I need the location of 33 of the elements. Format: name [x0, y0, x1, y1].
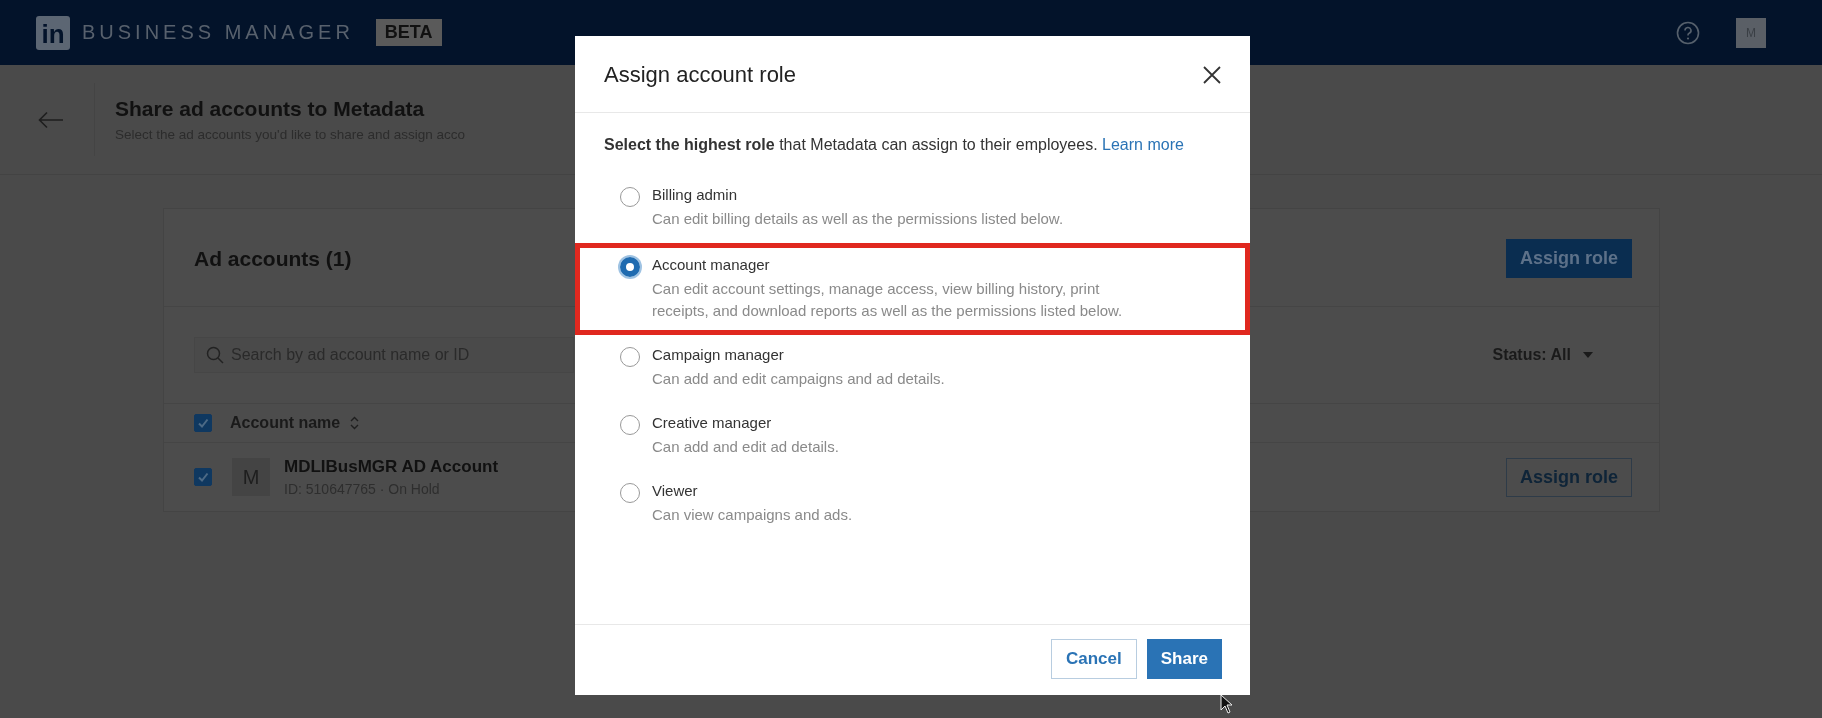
dialog-intro: Select the highest role that Metadata can assign to their employees.: [604, 136, 1098, 153]
option-label[interactable]: Viewer: [652, 482, 853, 499]
option-description: Can add and edit campaigns and ad details.: [652, 369, 945, 389]
checkmark-icon: [197, 471, 209, 483]
back-arrow-icon[interactable]: [38, 110, 64, 129]
card-title: Ad accounts (1): [194, 246, 352, 271]
page-title: Share ad accounts to Metadata: [115, 97, 426, 121]
option-description: Can view campaigns and ads.: [652, 505, 853, 525]
option-description: Can edit billing details as well as the permissions listed below.: [652, 209, 1064, 229]
sort-icon[interactable]: [350, 416, 360, 430]
assign-role-button[interactable]: Assign role: [1505, 239, 1632, 278]
dialog-title: Assign account role: [604, 62, 796, 88]
close-icon[interactable]: [1202, 65, 1222, 85]
option-description: Can edit account settings, manage access, view billing history, print receipts, and download reports as well as the permissions listed below.: [652, 279, 1124, 321]
caret-icon: [1583, 352, 1593, 358]
option-label[interactable]: Campaign manager: [652, 346, 945, 363]
help-icon[interactable]: [1676, 20, 1700, 45]
option-label[interactable]: Account manager: [652, 256, 1152, 273]
logo: in: [36, 15, 70, 50]
app-name: BUSINESS MANAGER: [82, 21, 354, 44]
account-name: MDLIBusMGR AD Account: [284, 457, 499, 477]
checkbox[interactable]: [194, 414, 212, 432]
checkbox[interactable]: [194, 468, 212, 486]
mouse-pointer-icon: [1220, 694, 1234, 714]
option-label[interactable]: Creative manager: [652, 414, 839, 431]
radio-button[interactable]: [620, 257, 640, 277]
option-description: Can add and edit ad details.: [652, 437, 839, 457]
checkmark-icon: [197, 417, 209, 429]
learn-more-link[interactable]: Learn more: [1102, 136, 1184, 153]
option-label[interactable]: Billing admin: [652, 186, 1064, 203]
beta-badge: BETA: [375, 19, 442, 46]
share-button[interactable]: Share: [1146, 639, 1222, 679]
cancel-button[interactable]: Cancel: [1051, 639, 1137, 679]
